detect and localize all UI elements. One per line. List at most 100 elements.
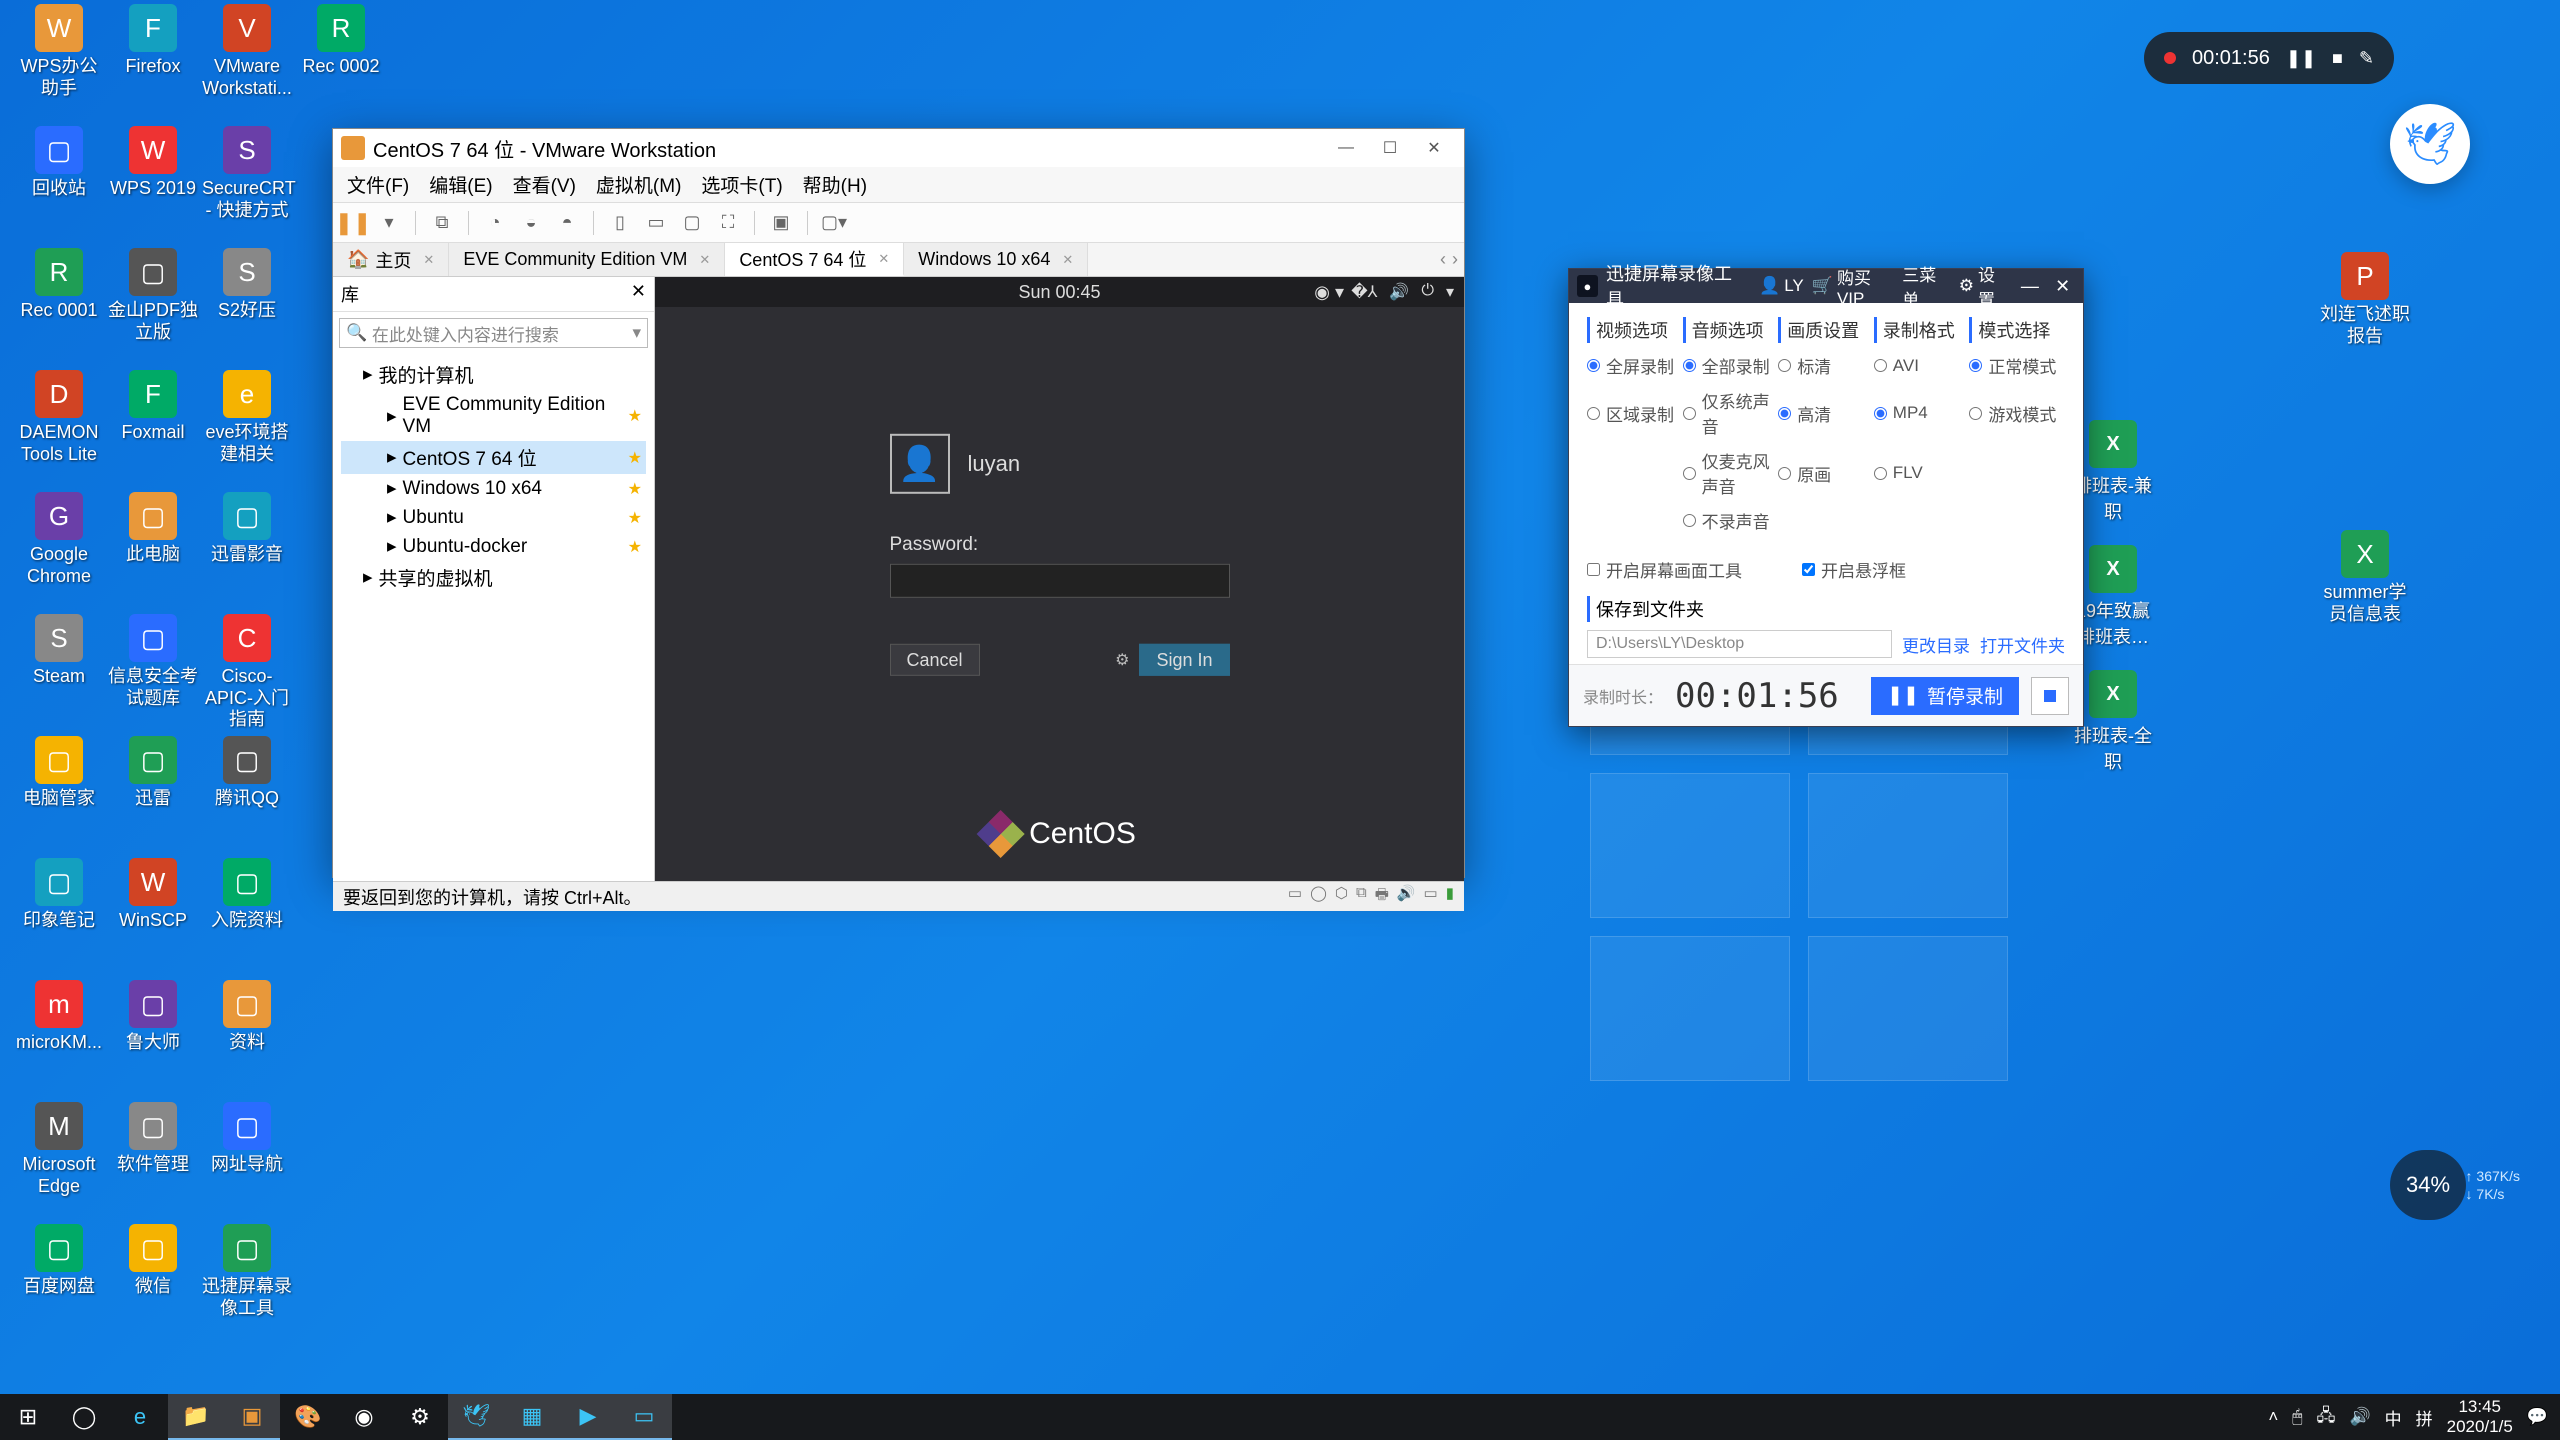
desktop-icon[interactable]: SSteam	[14, 614, 104, 688]
vmware-titlebar[interactable]: CentOS 7 64 位 - VMware Workstation — ☐ ✕	[333, 129, 1464, 167]
desktop-icon[interactable]: CCisco-APIC-入门指南	[202, 614, 292, 731]
desktop-icon[interactable]: ▢金山PDF独立版	[108, 248, 198, 343]
snapshot-button[interactable]: ⧉	[428, 209, 456, 237]
tab-close-icon[interactable]: ✕	[699, 252, 710, 268]
tab-close-icon[interactable]: ✕	[878, 251, 889, 267]
vm-tab[interactable]: Windows 10 x64✕	[904, 243, 1088, 276]
recorder-option[interactable]: 全屏录制	[1587, 353, 1683, 378]
desktop-icon[interactable]: ▢百度网盘	[14, 1224, 104, 1298]
desktop-icon[interactable]: ▢此电脑	[108, 492, 198, 566]
desktop-icon[interactable]: ▢迅雷	[108, 736, 198, 810]
desktop-icon[interactable]: VVMware Workstati...	[202, 4, 292, 99]
desktop-icon[interactable]: eeve环境搭建相关	[202, 370, 292, 465]
accessibility-icon[interactable]: ◉ ▾	[1314, 282, 1344, 303]
recorder-option[interactable]: 全部录制	[1683, 353, 1779, 378]
recorder-option[interactable]: 不录声音	[1683, 508, 1779, 533]
desktop-icon[interactable]: FFoxmail	[108, 370, 198, 444]
vm-screen[interactable]: Sun 00:45 ◉ ▾ �⅄ 🔊 ⏻ ▾ 👤 luyan	[655, 277, 1464, 881]
taskbar-explorer[interactable]: 📁	[168, 1394, 224, 1440]
desktop-icon[interactable]: ▢入院资料	[202, 858, 292, 932]
close-button[interactable]: ✕	[1412, 133, 1456, 163]
library-close[interactable]: ✕	[631, 281, 646, 307]
status-icon[interactable]: 🔊	[1397, 884, 1416, 909]
menu-caret-icon[interactable]: ▾	[1446, 282, 1454, 302]
recorder-checkbox[interactable]: 开启屏幕画面工具	[1587, 557, 1742, 582]
view-dropdown[interactable]: ▢▾	[820, 209, 848, 237]
settings-link[interactable]: ⚙ 设置	[1959, 261, 2010, 311]
session-gear-icon[interactable]: ⚙	[1115, 650, 1129, 670]
layout-1[interactable]: ▯	[606, 209, 634, 237]
taskbar-vmware[interactable]: ▦	[504, 1394, 560, 1440]
user-link[interactable]: 👤 LY	[1759, 276, 1804, 296]
menu-item[interactable]: 选项卡(T)	[693, 167, 790, 202]
desktop-icon[interactable]: WWPS 2019	[108, 126, 198, 200]
desktop-icon[interactable]: ▢鲁大师	[108, 980, 198, 1054]
change-dir-link[interactable]: 更改目录	[1902, 632, 1970, 657]
taskbar-app[interactable]: ▭	[616, 1394, 672, 1440]
pill-pause[interactable]: ❚❚	[2286, 48, 2316, 69]
library-search[interactable]: 🔍 在此处键入内容进行搜索 ▾	[339, 318, 648, 348]
desktop-icon[interactable]: ▢腾讯QQ	[202, 736, 292, 810]
desktop-icon[interactable]: RRec 0002	[296, 4, 386, 78]
tool-icon-2[interactable]: ◓	[553, 209, 581, 237]
tab-scroll-left[interactable]: ‹	[1440, 249, 1446, 270]
vm-tab[interactable]: 🏠 主页✕	[333, 243, 449, 276]
tray-chevron[interactable]: ˄	[2268, 1407, 2278, 1427]
status-icon[interactable]: ▮	[1446, 884, 1454, 909]
pause-button[interactable]: ❚❚	[339, 209, 367, 237]
tray-icon[interactable]: 🖱	[2292, 1407, 2302, 1427]
tree-item[interactable]: ▸我的计算机	[341, 358, 646, 391]
layout-3[interactable]: ▢	[678, 209, 706, 237]
desktop-icon[interactable]: DDAEMON Tools Lite	[14, 370, 104, 465]
recorder-floating-bar[interactable]: 00:01:56 ❚❚ ■ ✎	[2144, 32, 2394, 84]
tab-scroll-right[interactable]: ›	[1452, 249, 1458, 270]
desktop-icon[interactable]: FFirefox	[108, 4, 198, 78]
tree-item[interactable]: ▸Ubuntu★	[341, 503, 646, 532]
minimize-button[interactable]: —	[2017, 276, 2042, 297]
recorder-checkbox[interactable]: 开启悬浮框	[1802, 557, 1906, 582]
menu-link[interactable]: 三菜单	[1902, 261, 1951, 311]
recorder-option[interactable]: 仅麦克风声音	[1683, 448, 1779, 498]
cancel-button[interactable]: Cancel	[890, 644, 980, 676]
start-button[interactable]: ⊞	[0, 1394, 56, 1440]
gnome-clock[interactable]: Sun 00:45	[1018, 282, 1100, 303]
open-dir-link[interactable]: 打开文件夹	[1980, 632, 2065, 657]
close-button[interactable]: ✕	[2050, 276, 2075, 297]
maximize-button[interactable]: ☐	[1368, 133, 1412, 163]
clock-icon[interactable]: ◔	[481, 209, 509, 237]
tray-network-icon[interactable]: 🖧	[2317, 1403, 2336, 1432]
stop-record-button[interactable]	[2031, 677, 2069, 715]
tree-item[interactable]: ▸Ubuntu-docker★	[341, 532, 646, 561]
desktop-icon[interactable]: RRec 0001	[14, 248, 104, 322]
desktop-icon[interactable]: ▢信息安全考试题库	[108, 614, 198, 709]
taskbar-paint[interactable]: 🎨	[280, 1394, 336, 1440]
menu-item[interactable]: 文件(F)	[339, 167, 417, 202]
signin-button[interactable]: Sign In	[1139, 644, 1229, 676]
recorder-option[interactable]: 标清	[1778, 353, 1874, 378]
power-icon[interactable]: ⏻	[1421, 282, 1434, 302]
recorder-option[interactable]: 区域录制	[1587, 388, 1683, 438]
taskbar-thunder[interactable]: 🕊	[448, 1394, 504, 1440]
tray-volume-icon[interactable]: 🔊	[2349, 1407, 2370, 1427]
desktop-icon[interactable]: WWinSCP	[108, 858, 198, 932]
tree-item[interactable]: ▸CentOS 7 64 位★	[341, 441, 646, 474]
status-icon[interactable]: ▭	[1288, 884, 1302, 909]
desktop-icon[interactable]: GGoogle Chrome	[14, 492, 104, 587]
taskbar-snip[interactable]: ▣	[224, 1394, 280, 1440]
volume-icon[interactable]: 🔊	[1389, 282, 1409, 302]
tray-ime2[interactable]: 拼	[2416, 1405, 2433, 1430]
status-icon[interactable]: ⬡	[1335, 884, 1348, 909]
menu-item[interactable]: 虚拟机(M)	[588, 167, 689, 202]
recorder-option[interactable]: 游戏模式	[1969, 388, 2065, 438]
cortana-button[interactable]: ◯	[56, 1394, 112, 1440]
pill-stop[interactable]: ■	[2332, 48, 2343, 69]
recorder-option[interactable]: 原画	[1778, 448, 1874, 498]
desktop-icon[interactable]: ▢微信	[108, 1224, 198, 1298]
desktop-icon[interactable]: SSecureCRT - 快捷方式	[202, 126, 292, 221]
desktop-icon[interactable]: ▢软件管理	[108, 1102, 198, 1176]
tab-close-icon[interactable]: ✕	[1062, 252, 1073, 268]
minimize-button[interactable]: —	[1324, 133, 1368, 163]
status-icon[interactable]: 🖶	[1375, 884, 1389, 909]
search-dropdown-icon[interactable]: ▾	[632, 323, 641, 343]
recorder-option[interactable]: 正常模式	[1969, 353, 2065, 378]
